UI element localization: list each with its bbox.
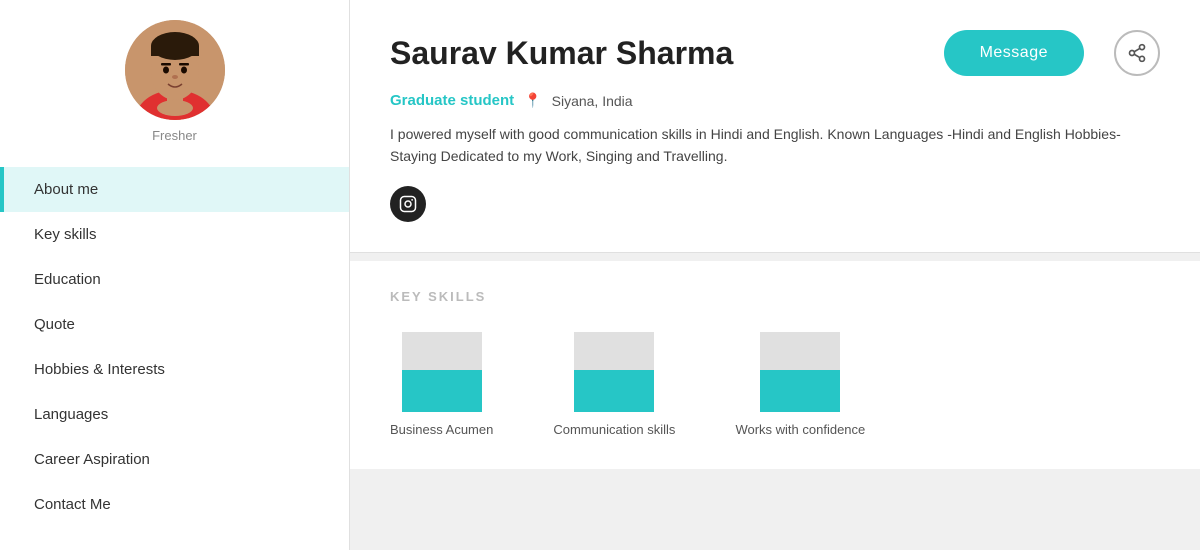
share-icon [1127, 43, 1147, 63]
profile-header: Saurav Kumar Sharma Message [390, 30, 1160, 76]
sidebar: Fresher About me Key skills Education Qu… [0, 0, 350, 550]
skill-bar-business-acumen [402, 332, 482, 412]
skill-bar-communication [574, 332, 654, 412]
profile-subtitle: Graduate student 📍 Siyana, India [390, 92, 1160, 109]
skill-bar-confidence [760, 332, 840, 412]
sidebar-item-career-aspiration[interactable]: Career Aspiration [0, 437, 349, 482]
profile-title: Graduate student [390, 92, 514, 109]
skill-label-confidence: Works with confidence [735, 422, 865, 437]
instagram-icon[interactable] [390, 186, 426, 222]
sidebar-item-about-me[interactable]: About me [0, 167, 349, 212]
sidebar-item-quote[interactable]: Quote [0, 302, 349, 347]
profile-location: Siyana, India [552, 93, 633, 109]
sidebar-item-contact-me[interactable]: Contact Me [0, 482, 349, 527]
main-content: Saurav Kumar Sharma Message Graduate stu… [350, 0, 1200, 550]
share-button[interactable] [1114, 30, 1160, 76]
sidebar-item-languages[interactable]: Languages [0, 392, 349, 437]
avatar-container: Fresher [125, 20, 225, 157]
skill-item-business-acumen: Business Acumen [390, 332, 493, 437]
about-section: Saurav Kumar Sharma Message Graduate stu… [350, 0, 1200, 253]
about-text: I powered myself with good communication… [390, 123, 1160, 168]
skill-label-business-acumen: Business Acumen [390, 422, 493, 437]
skill-item-communication: Communication skills [553, 332, 675, 437]
fresher-label: Fresher [152, 128, 197, 143]
location-pin-icon: 📍 [524, 92, 541, 109]
nav-list: About me Key skills Education Quote Hobb… [0, 167, 349, 527]
skills-section: KEY SKILLS Business Acumen Communication… [350, 261, 1200, 469]
message-button[interactable]: Message [944, 30, 1084, 76]
sidebar-item-education[interactable]: Education [0, 257, 349, 302]
avatar [125, 20, 225, 120]
skill-label-communication: Communication skills [553, 422, 675, 437]
sidebar-item-key-skills[interactable]: Key skills [0, 212, 349, 257]
sidebar-item-hobbies[interactable]: Hobbies & Interests [0, 347, 349, 392]
skills-bars: Business Acumen Communication skills Wor… [390, 332, 1160, 437]
skills-section-title: KEY SKILLS [390, 289, 1160, 304]
profile-name: Saurav Kumar Sharma [390, 35, 914, 72]
skill-item-confidence: Works with confidence [735, 332, 865, 437]
